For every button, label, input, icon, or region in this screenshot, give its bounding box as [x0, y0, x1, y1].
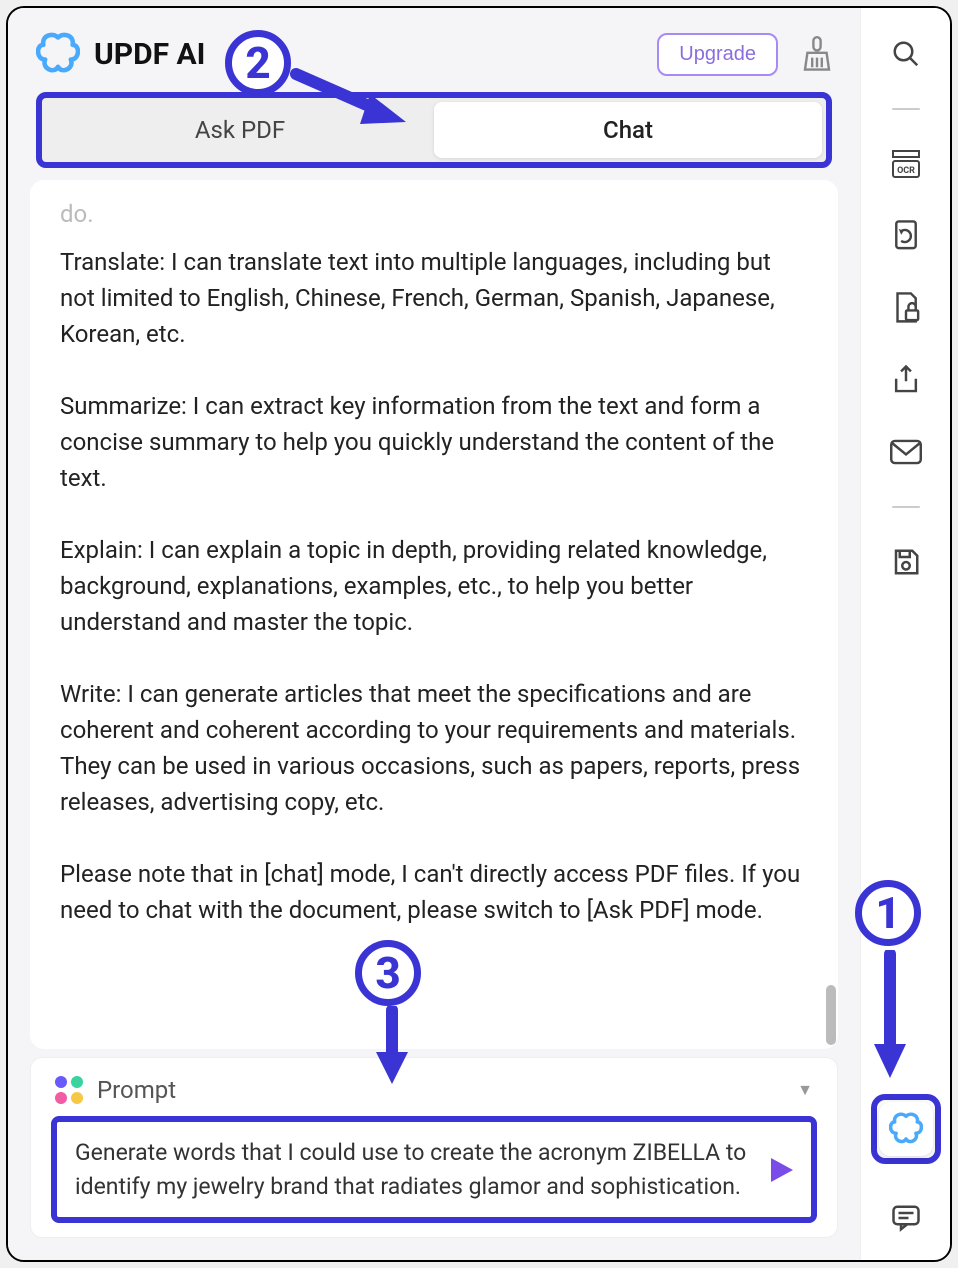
app-logo-icon: [36, 32, 80, 76]
main-panel: UPDF AI Upgrade Ask PDF Chat do. Transla…: [8, 8, 860, 1260]
lock-file-icon[interactable]: [888, 290, 924, 326]
annotation-badge-1: 1: [855, 880, 921, 946]
rail-divider: [892, 108, 920, 110]
truncated-line: do.: [60, 200, 808, 228]
logo-wrap: UPDF AI: [36, 32, 205, 76]
prompt-dots-icon: [55, 1076, 83, 1104]
annotation-arrow-3: [372, 1006, 412, 1086]
annotation-arrow-2: [290, 60, 410, 130]
chat-input-highlight: Generate words that I could use to creat…: [51, 1116, 817, 1223]
input-container: Prompt ▼ Generate words that I could use…: [30, 1057, 838, 1238]
tab-chat[interactable]: Chat: [434, 102, 822, 158]
app-title: UPDF AI: [94, 37, 205, 72]
ai-button-highlight: [871, 1094, 941, 1164]
ai-assistant-button[interactable]: [879, 1102, 933, 1156]
header: UPDF AI Upgrade: [8, 8, 860, 92]
upgrade-button[interactable]: Upgrade: [657, 33, 778, 76]
annotation-badge-3: 3: [355, 940, 421, 1006]
search-icon[interactable]: [888, 36, 924, 72]
prompt-selector[interactable]: Prompt ▼: [51, 1072, 817, 1116]
prompt-label: Prompt: [97, 1076, 176, 1104]
send-button[interactable]: [771, 1158, 793, 1182]
assistant-message-text: Translate: I can translate text into mul…: [60, 244, 808, 928]
save-icon[interactable]: [888, 544, 924, 580]
annotation-badge-2: 2: [225, 30, 291, 96]
chat-input[interactable]: Generate words that I could use to creat…: [75, 1136, 755, 1203]
rotate-icon[interactable]: [888, 218, 924, 254]
app-frame: UPDF AI Upgrade Ask PDF Chat do. Transla…: [6, 6, 952, 1262]
comment-icon[interactable]: [888, 1200, 924, 1236]
annotation-arrow-1: [870, 950, 910, 1080]
scrollbar-thumb[interactable]: [826, 985, 836, 1045]
tabs-highlight: Ask PDF Chat: [36, 92, 832, 168]
share-icon[interactable]: [888, 362, 924, 398]
chat-message-card: do. Translate: I can translate text into…: [30, 180, 838, 1049]
ocr-icon[interactable]: OCR: [888, 146, 924, 182]
cleaner-icon[interactable]: [802, 36, 832, 72]
svg-text:OCR: OCR: [897, 166, 915, 176]
mail-icon[interactable]: [888, 434, 924, 470]
rail-divider: [892, 506, 920, 508]
chevron-down-icon: ▼: [797, 1080, 813, 1100]
tabs-row: Ask PDF Chat: [8, 92, 860, 168]
